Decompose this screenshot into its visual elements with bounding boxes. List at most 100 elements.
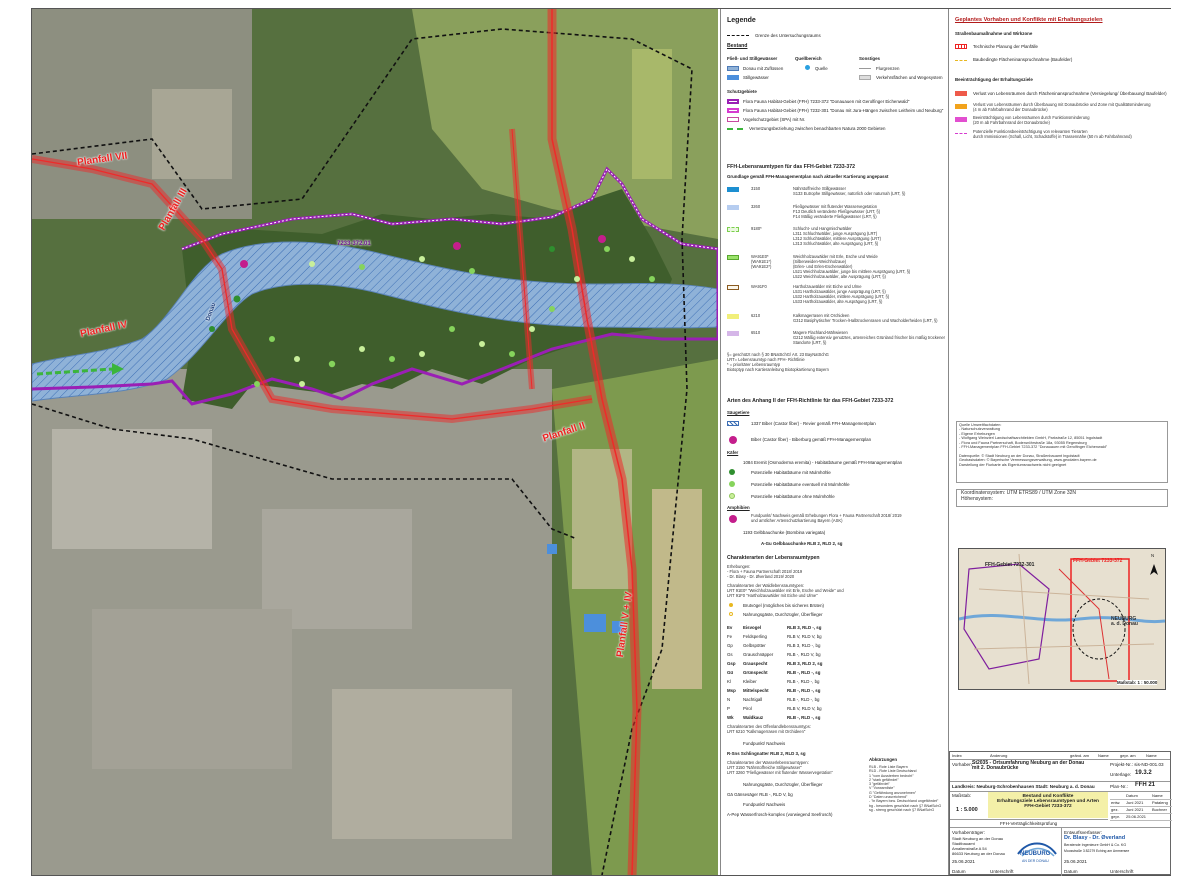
revision-col-header: Name bbox=[1146, 753, 1157, 758]
ffh1-label: Flora Fauna Habitat-Gebiet (FFH) 7233-37… bbox=[743, 99, 910, 104]
revision-col-header: Änderung bbox=[990, 753, 1008, 758]
vernetz-swatch bbox=[727, 128, 743, 130]
verf-addr: Moosstraße 3 82279 Eching am Ammersee bbox=[1064, 849, 1130, 853]
hab2-label: Potenzielle Habitatbäume eventuell mit M… bbox=[751, 482, 850, 487]
still-swatch bbox=[727, 75, 739, 80]
vtrager: Stadt Neuburg an der Donau Stadtbauamt A… bbox=[952, 836, 1005, 856]
bird-name: Mittelspecht bbox=[743, 688, 769, 693]
ov-north: N bbox=[1151, 553, 1155, 558]
lrt-6210-text: Kalkmagerrasen mit Orchideen G312 Basiph… bbox=[793, 313, 938, 323]
bird-code: Kl bbox=[727, 679, 731, 684]
bird-status: RLB -, RLD -, sg bbox=[787, 670, 821, 675]
bird-list: Ev Eisvogel RLB 3, RLD -, sg Fe Feldsperling… bbox=[727, 625, 947, 725]
ffh2-swatch bbox=[727, 108, 739, 113]
nahr-label: Nahrungsgäste, Durchzügler, Überflieger bbox=[743, 612, 823, 617]
spa-swatch bbox=[727, 117, 739, 122]
amph1-label: Fundpunkt/ Nachweis gemäß Erhebungen Flo… bbox=[751, 513, 902, 523]
date-table-cell: Buchner bbox=[1152, 807, 1167, 812]
unterlage-value: 19.3.2 bbox=[1135, 770, 1152, 776]
bau-label: Baubedingte Flächeninanspruchnahme (Bauf… bbox=[973, 57, 1073, 62]
revision-col-header: Name bbox=[1098, 753, 1109, 758]
bird-name: Eisvogel bbox=[743, 625, 762, 630]
unter2-label: Unterschrift bbox=[1110, 869, 1134, 874]
ov-label-7232: FFH-Gebiet 7232-301 bbox=[985, 562, 1035, 568]
lrt-6510-swatch bbox=[727, 331, 739, 336]
k1-label: Verlust von Lebensräumen durch Flächenin… bbox=[973, 91, 1167, 96]
pruef: FFH-Verträglichkeitsprüfung bbox=[1000, 821, 1058, 826]
donau-label: Donau mit Zuflüssen bbox=[743, 66, 784, 71]
bird-code: Gs bbox=[727, 652, 733, 657]
amph-icon bbox=[729, 515, 737, 523]
bird-name: Waldkauz bbox=[743, 715, 764, 720]
datum2: 25.06.2021 bbox=[1064, 859, 1087, 864]
biber-revier-swatch bbox=[727, 421, 739, 426]
bird-status: RLB -, RLD V, bg bbox=[787, 652, 821, 657]
plan-label: Plan-Nr.: bbox=[1110, 784, 1128, 789]
lrt-91f0-text: Hartholzauwälder mit Eiche und Ulme L531… bbox=[793, 284, 890, 304]
lrt-6510-text: Magere Flachland-Mähwiesen G212 Mäßig ex… bbox=[793, 330, 945, 345]
habitat-2-icon bbox=[729, 481, 735, 487]
ov-label-7233: FFH-Gebiet 7233-372 bbox=[1073, 558, 1123, 564]
lrt-91f0-code: WA91F0 bbox=[751, 284, 767, 289]
verf: Dr. Blasy - Dr. Øverland bbox=[1064, 835, 1126, 841]
neuburg-logo-sub: AN DER DONAU bbox=[1022, 859, 1049, 863]
date-table-cell: entw. bbox=[1111, 800, 1121, 805]
bau-swatch bbox=[955, 60, 967, 61]
vernetz-label: Vernetzungsbeziehung zwischen benachbart… bbox=[749, 126, 886, 131]
brut-label: Brutvögel (mögliches bis sicheres Brüten… bbox=[743, 603, 825, 608]
lrt-9180-swatch bbox=[727, 227, 739, 232]
lrt-heading: FFH-Lebensraumtypen für das FFH-Gebiet 7… bbox=[727, 164, 855, 170]
date-table-cell: Juni 2021 bbox=[1126, 800, 1144, 805]
legend-panel: Legende Grenze des Untersuchungsraums Be… bbox=[720, 9, 948, 875]
lrt-6510-code: 6510 bbox=[751, 330, 761, 335]
lrt-9180-text: Schlucht- und Hangmischwälder L311 Schlu… bbox=[793, 226, 881, 246]
lrt-91f0-swatch bbox=[727, 285, 739, 290]
unke-code: A-Gu Gelbbauchunke RLB 2, RLD 2, sg bbox=[761, 541, 843, 546]
apep-label: A-Pep Wasserfrosch-komplex (vorwiegend S… bbox=[727, 812, 833, 817]
right-sub1: Straßenbaumaßnahme und Wirkzone bbox=[955, 31, 1033, 36]
boundary-label: Grenze des Untersuchungsraums bbox=[755, 33, 821, 38]
unke-label: 1193 Gelbbauchunke (Bombina variegata) bbox=[743, 530, 826, 535]
erheb-text: Erhebungen: - Flora + Fauna Partnerschaf… bbox=[727, 564, 803, 579]
aerial-map[interactable]: Planfall VII Planfall III Planfall IV Pl… bbox=[32, 9, 718, 875]
bird-name: Grünspecht bbox=[743, 670, 768, 675]
bird-code: Ev bbox=[727, 625, 733, 630]
massstab-value: 1 : 5.000 bbox=[956, 807, 978, 813]
bird-status: RLB V, RLD V, bg bbox=[787, 634, 822, 639]
ov-city: NEUBURG a. d. Donau bbox=[1111, 616, 1138, 627]
nahr2-label: Nahrungsgäste, Durchzügler, Überflieger bbox=[743, 782, 823, 787]
bird-name: Nachtigall bbox=[743, 697, 763, 702]
map-svg bbox=[32, 9, 718, 875]
right-title: Geplantes Vorhaben und Konflikte mit Erh… bbox=[955, 17, 1103, 23]
vorhaben-value: St2035 - Ortsumfahrung Neuburg an der Do… bbox=[972, 760, 1085, 771]
bird-status: RLB 3, RLD -, bg bbox=[787, 643, 821, 648]
verf-sub: Beratende Ingenieure GmbH & Co. KG bbox=[1064, 843, 1127, 847]
revision-col-header: gepr. am bbox=[1120, 753, 1136, 758]
sonstiges-heading: Sonstiges bbox=[859, 56, 880, 61]
abk-heading: Abkürzungen bbox=[869, 757, 898, 762]
hab1-label: Potenzielle Habitatbäume mit Mulmhöhle bbox=[751, 470, 831, 475]
fund2-label: Fundpunkt/ Nachweis bbox=[743, 802, 786, 807]
overview-map[interactable]: FFH-Gebiet 7232-301 FFH-Gebiet 7233-372 … bbox=[958, 548, 1166, 690]
fund-label: Fundpunkt/ Nachweis bbox=[743, 741, 786, 746]
lrt-3260-code: 3260 bbox=[751, 204, 761, 209]
schutz-heading: Schutzgebiete bbox=[727, 89, 757, 94]
bird-name: Pirol bbox=[743, 706, 752, 711]
quelle-label: Quelle bbox=[815, 66, 828, 71]
nahr-icon bbox=[729, 612, 733, 616]
landkreis: Landkreis: Neuburg-Schrobenhausen Stadt:… bbox=[952, 784, 1095, 789]
revision-header: Index Änderung geänd. am Name gepr. am Name bbox=[950, 752, 1172, 759]
amph-heading: Amphibien bbox=[727, 505, 750, 510]
verkehr-label: Verkehrsflächen und Wegesystem bbox=[876, 75, 943, 80]
lrt-91e0-swatch bbox=[727, 255, 739, 260]
datum1-label: Datum bbox=[952, 869, 966, 874]
date-table-cell: Datum bbox=[1126, 793, 1138, 798]
unter1-label: Unterschrift bbox=[990, 869, 1014, 874]
k1-swatch bbox=[955, 91, 967, 96]
quell-heading: Quellbereich bbox=[795, 56, 822, 61]
inhalt: Bestand und Konflikte Erhaltungsziele Le… bbox=[997, 794, 1099, 809]
lrt-3260-text: Fließgewässer mit flutender Wasservegeta… bbox=[793, 204, 881, 219]
kaefer-heading: Käfer bbox=[727, 450, 739, 455]
ov-north-arrow-icon bbox=[1149, 563, 1159, 581]
right-sub2: Beeinträchtigung der Erhaltungsziele bbox=[955, 77, 1033, 82]
